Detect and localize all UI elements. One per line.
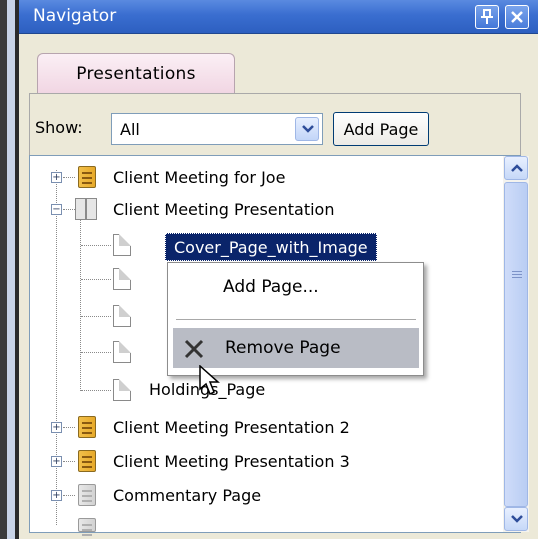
menu-separator [176, 319, 416, 320]
close-button[interactable] [505, 5, 529, 29]
desktop-edge [0, 0, 7, 539]
expand-toggle[interactable]: + [51, 172, 62, 183]
scroll-down-button[interactable] [504, 507, 528, 531]
tree-item[interactable]: Commentary Page [113, 481, 261, 511]
tree-item-label: Client Meeting for Joe [113, 168, 286, 187]
dropdown-button[interactable] [295, 117, 319, 141]
menu-item-remove-page[interactable]: Remove Page [173, 328, 419, 368]
page-icon [113, 268, 131, 290]
mouse-cursor-icon [199, 365, 220, 396]
chevron-down-icon [511, 515, 523, 523]
menu-item-add-page[interactable]: Add Page... [223, 277, 319, 297]
tree-item-label: Client Meeting Presentation 2 [113, 418, 350, 437]
menu-item-label: Remove Page [225, 338, 341, 358]
show-filter-select[interactable]: All [111, 113, 323, 145]
page-icon [113, 234, 131, 256]
tree-item[interactable]: Client Meeting Presentation [113, 195, 334, 225]
scroll-thumb[interactable] [504, 182, 528, 507]
tree-line [56, 170, 57, 525]
tree-line [63, 461, 75, 462]
tree-line [81, 245, 111, 246]
tree-line [81, 279, 111, 280]
tree-line [80, 206, 81, 391]
vertical-scrollbar[interactable] [503, 156, 529, 532]
tree-item-label: Client Meeting Presentation [113, 200, 335, 219]
window-title: Navigator [33, 6, 117, 26]
expand-toggle[interactable]: + [51, 456, 62, 467]
presentation-icon [78, 166, 96, 188]
tree-line [81, 390, 111, 391]
page-icon [113, 379, 131, 401]
expand-toggle[interactable]: + [51, 490, 62, 501]
grip-icon [512, 271, 522, 272]
scroll-up-button[interactable] [504, 156, 528, 180]
show-filter-value: All [120, 120, 140, 139]
navigator-window: Navigator Presentations Show: All Add Pa… [19, 0, 538, 539]
close-icon [511, 11, 523, 23]
tree-line [63, 177, 75, 178]
open-presentation-icon [75, 198, 99, 220]
presentation-icon [78, 450, 96, 472]
pin-icon [481, 9, 493, 24]
window-border [7, 0, 15, 539]
tree-item[interactable]: Client Meeting Presentation 3 [113, 447, 350, 477]
chevron-down-icon [302, 125, 314, 133]
tree-item-label: Client Meeting Presentation 3 [113, 452, 350, 471]
pin-button[interactable] [475, 5, 499, 29]
expand-toggle[interactable]: + [51, 422, 62, 433]
remove-x-icon [184, 339, 204, 359]
title-bar[interactable]: Navigator [19, 0, 538, 34]
tree-item[interactable]: Client Meeting Presentation 2 [113, 413, 350, 443]
collapse-toggle[interactable]: − [51, 204, 62, 215]
presentation-icon [78, 484, 96, 506]
tree-line [63, 495, 75, 496]
add-page-button[interactable]: Add Page [333, 112, 429, 146]
tree-item-selected[interactable]: Cover_Page_with_Image [165, 233, 377, 261]
show-label: Show: [35, 118, 83, 137]
tree-line [81, 352, 111, 353]
page-icon [113, 341, 131, 363]
presentation-icon [78, 518, 96, 532]
presentation-icon [78, 416, 96, 438]
tree-line [63, 427, 75, 428]
context-menu: Add Page... Remove Page [167, 262, 424, 376]
tree-item-label: Commentary Page [113, 486, 262, 505]
tab-presentations[interactable]: Presentations [37, 53, 235, 93]
tree-line [63, 209, 75, 210]
tree-item[interactable]: Client Meeting for Joe [113, 163, 285, 193]
page-icon [113, 305, 131, 327]
tree-line [81, 316, 111, 317]
chevron-up-icon [511, 164, 523, 172]
